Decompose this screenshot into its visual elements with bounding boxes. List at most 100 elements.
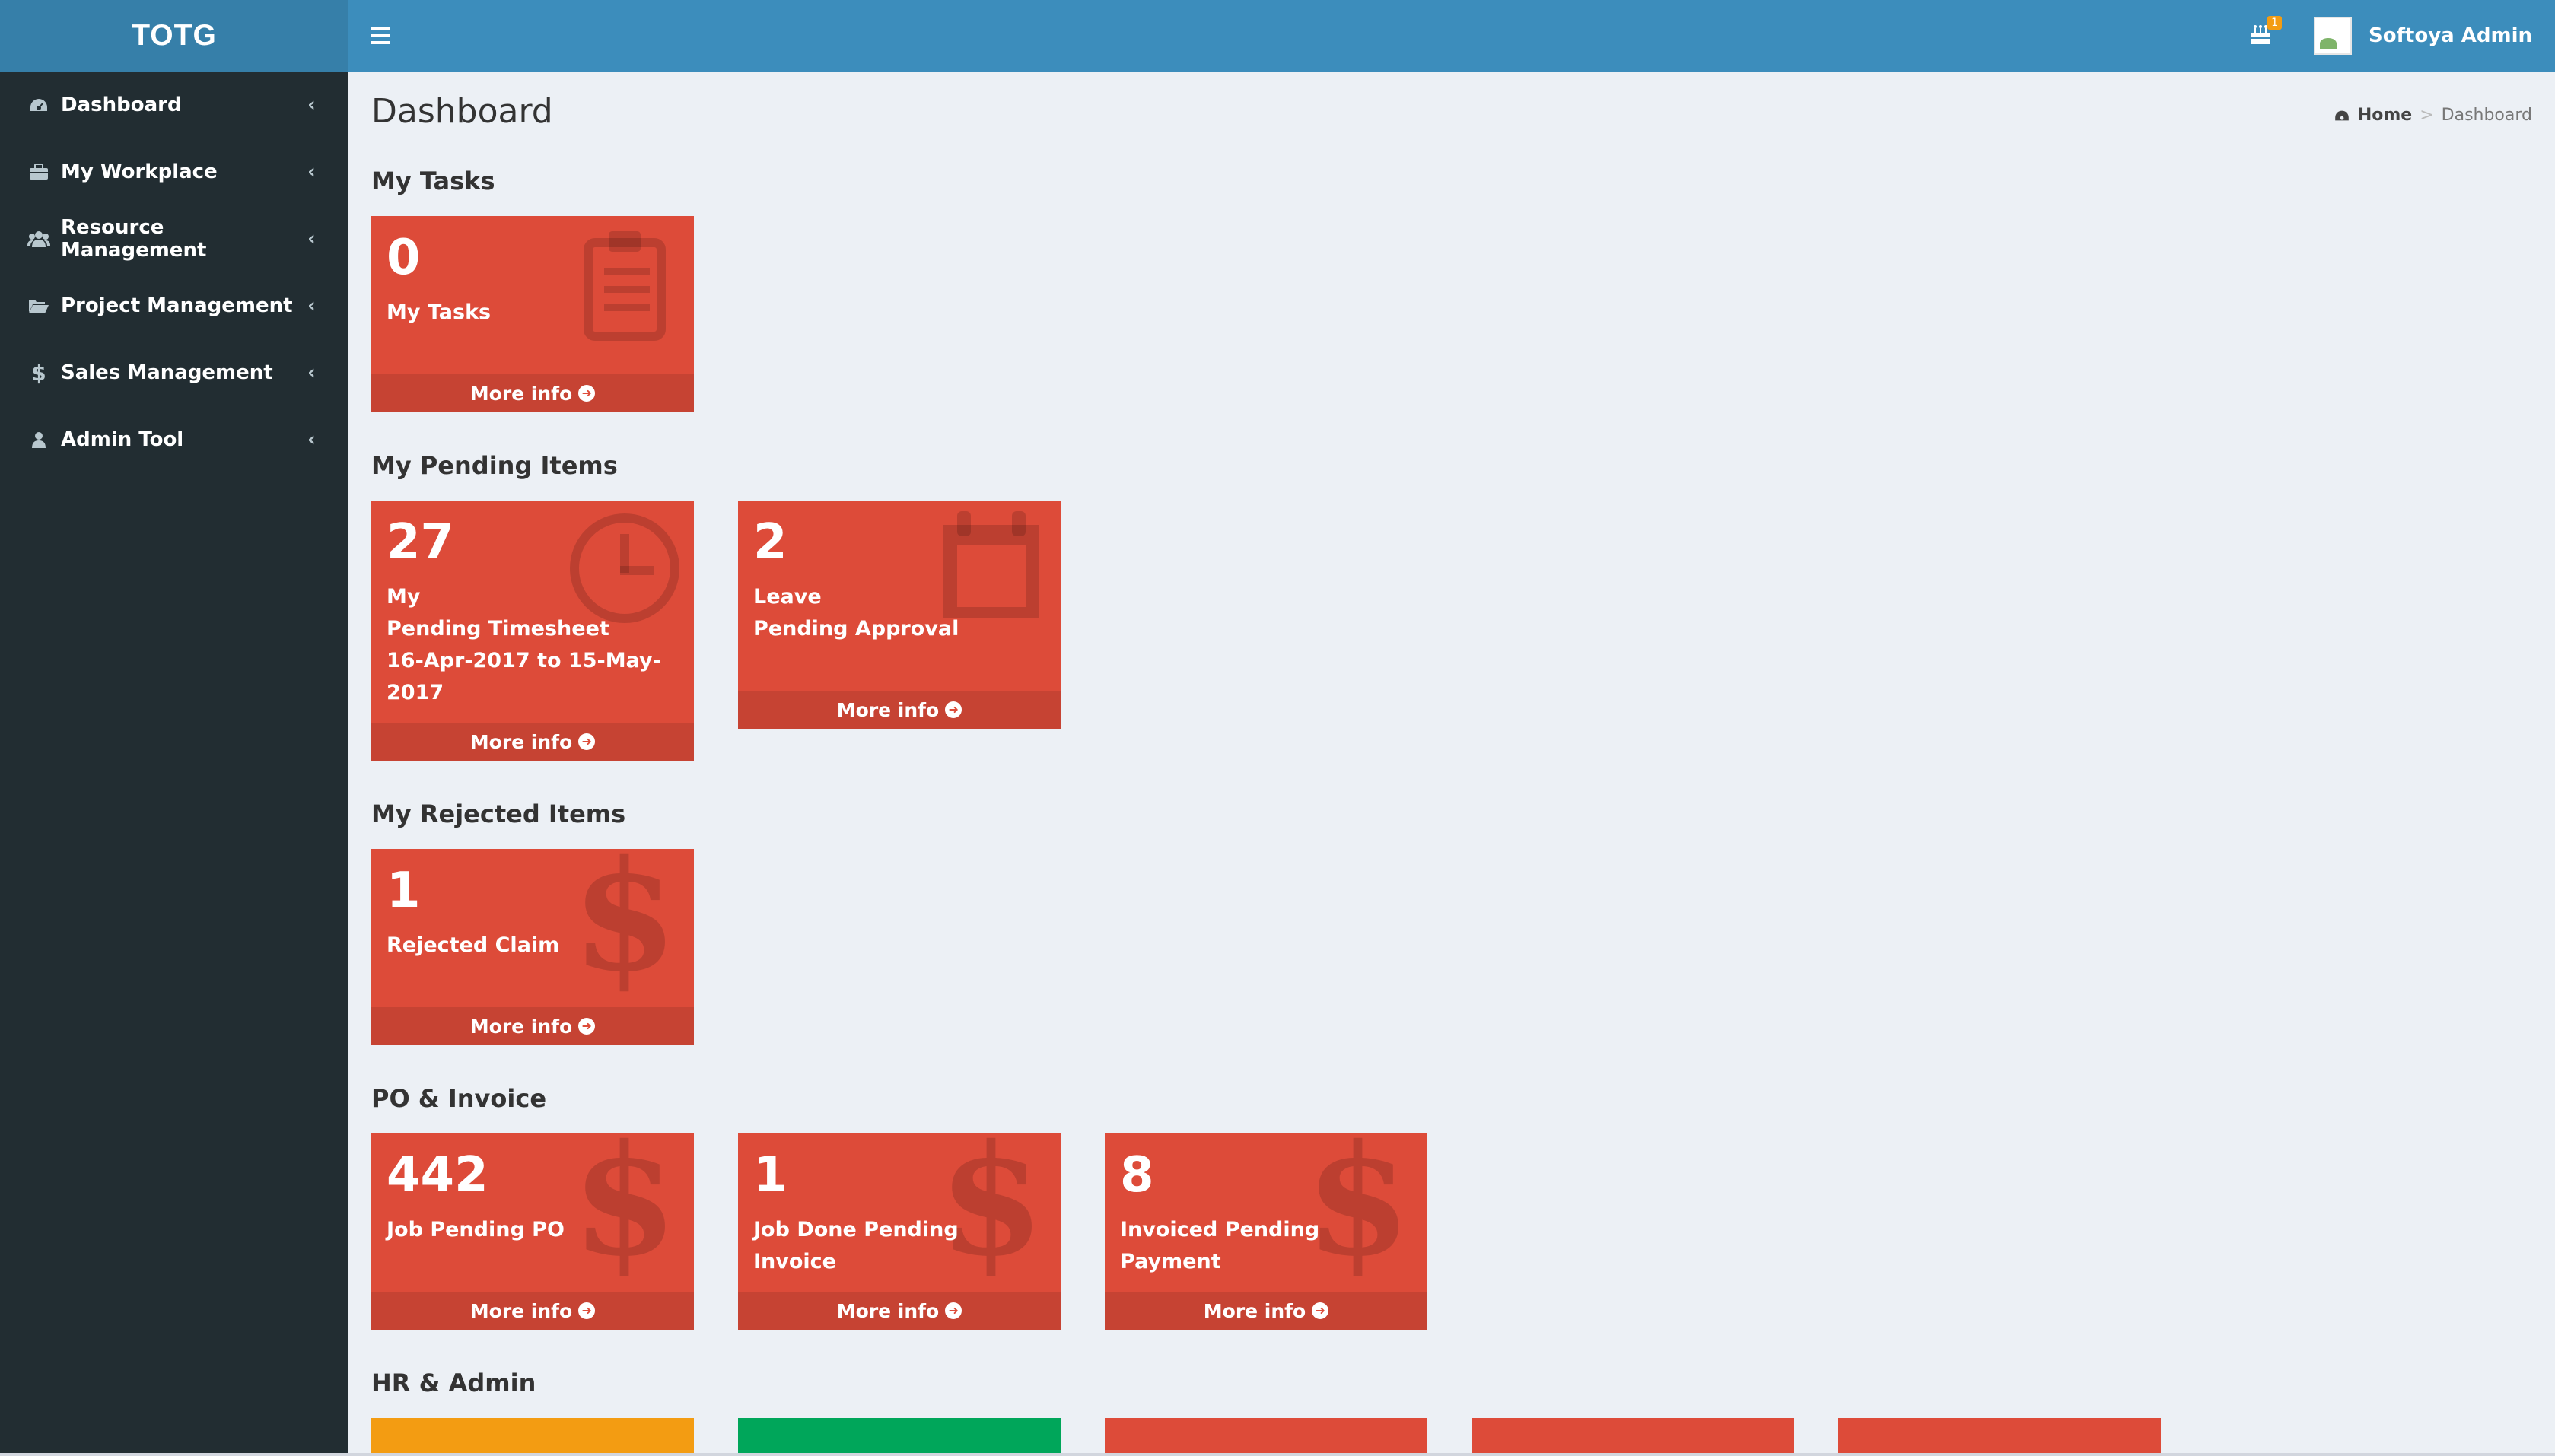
small-box-hr-4[interactable] [1472,1418,1794,1456]
small-box-hr-2[interactable] [738,1418,1061,1456]
box-value: 1 [387,863,421,919]
small-box-pending-timesheet[interactable]: 27 My Pending Timesheet 16-Apr-2017 to 1… [371,501,694,761]
sidebar-item-resource-management[interactable]: Resource Management ‹ [0,205,348,272]
box-label-line: 16-Apr-2017 to 15-May-2017 [387,648,661,704]
box-value: 2 [753,514,788,571]
box-label: My Tasks [387,300,492,324]
more-info-label: More info [469,1299,573,1322]
box-value: 442 [387,1147,488,1203]
top-navbar: 1 Softoya Admin [348,0,2555,72]
more-info-link[interactable]: More info ➜ [371,1292,694,1330]
small-box-my-tasks[interactable]: 0 My Tasks More info ➜ [371,216,694,412]
sidebar-item-label: My Workplace [61,161,218,183]
breadcrumb: Home > Dashboard [2334,106,2532,125]
sidebar-item-label: Admin Tool [61,428,184,451]
sidebar-toggle-button[interactable] [348,0,412,72]
arrow-circle-right-icon: ➜ [578,385,596,402]
breadcrumb-home-link[interactable]: Home [2334,106,2412,125]
section-title-hr-admin: HR & Admin [371,1369,536,1397]
chevron-left-icon: ‹ [307,161,316,183]
folder-open-icon [26,294,52,317]
sidebar-item-sales-management[interactable]: $ Sales Management ‹ [0,339,348,406]
section-title-pending: My Pending Items [371,451,618,480]
my-tasks-row: 0 My Tasks More info ➜ [371,216,694,412]
sidebar-item-label: Dashboard [61,94,182,116]
users-icon [26,227,52,250]
more-info-link[interactable]: More info ➜ [371,374,694,412]
breadcrumb-home-label: Home [2357,106,2413,125]
small-box-job-done-pending-invoice[interactable]: 1 Job Done Pending Invoice $ More info ➜ [738,1133,1061,1330]
box-label: Rejected Claim [387,933,560,957]
content-header: Dashboard Home > Dashboard [371,72,2532,151]
more-info-label: More info [1203,1299,1306,1322]
box-label: My Pending Timesheet 16-Apr-2017 to 15-M… [387,581,679,709]
small-box-leave-pending[interactable]: 2 Leave Pending Approval More info ➜ [738,501,1061,729]
hr-admin-row [371,1418,2161,1456]
section-title-my-tasks: My Tasks [371,167,495,196]
sidebar: TOTG Dashboard ‹ My Workplace ‹ Resource… [0,0,348,1456]
window-bottom-edge [0,1453,2555,1456]
more-info-link[interactable]: More info ➜ [738,1292,1061,1330]
more-info-label: More info [469,1015,573,1038]
box-value: 1 [753,1147,788,1203]
chevron-left-icon: ‹ [307,361,316,384]
breadcrumb-separator: > [2420,106,2434,125]
small-box-hr-3[interactable] [1105,1418,1427,1456]
arrow-circle-right-icon: ➜ [578,1018,596,1035]
small-box-hr-5[interactable] [1838,1418,2161,1456]
dashboard-icon [2335,110,2349,120]
box-value: 0 [387,230,421,286]
dashboard-icon [26,94,52,116]
sidebar-menu: Dashboard ‹ My Workplace ‹ Resource Mana… [0,72,348,473]
sidebar-item-project-management[interactable]: Project Management ‹ [0,272,348,339]
sidebar-item-my-workplace[interactable]: My Workplace ‹ [0,138,348,205]
page-title: Dashboard [371,91,553,131]
box-label-line: Leave [753,584,822,609]
breadcrumb-current: Dashboard [2441,106,2532,125]
user-menu-name[interactable]: Softoya Admin [2369,24,2532,47]
box-label-line: Pending Timesheet [387,616,609,641]
arrow-circle-right-icon: ➜ [578,733,596,750]
user-icon [26,428,52,451]
navbar-right: 1 Softoya Admin [2245,0,2555,72]
small-box-rejected-claim[interactable]: 1 Rejected Claim $ More info ➜ [371,849,694,1045]
po-invoice-row: 442 Job Pending PO $ More info ➜ 1 Job D… [371,1133,1427,1330]
arrow-circle-right-icon: ➜ [1312,1302,1329,1319]
notification-count-badge: 1 [2267,16,2283,30]
small-box-job-pending-po[interactable]: 442 Job Pending PO $ More info ➜ [371,1133,694,1330]
more-info-label: More info [469,730,573,753]
rejected-row: 1 Rejected Claim $ More info ➜ [371,849,694,1045]
box-value: 8 [1120,1147,1154,1203]
more-info-link[interactable]: More info ➜ [738,691,1061,729]
more-info-label: More info [836,698,940,721]
dollar-icon: $ [31,360,46,386]
app-logo[interactable]: TOTG [0,0,348,72]
sidebar-item-admin-tool[interactable]: Admin Tool ‹ [0,406,348,473]
box-label: Job Done Pending Invoice [753,1217,959,1273]
chevron-left-icon: ‹ [307,428,316,451]
sidebar-item-label: Sales Management [61,361,273,384]
notifications-button[interactable]: 1 [2245,16,2283,51]
small-box-hr-1[interactable] [371,1418,694,1456]
main-content: Dashboard Home > Dashboard My Tasks 0 My… [348,72,2555,1456]
more-info-label: More info [469,382,573,405]
arrow-circle-right-icon: ➜ [945,1302,963,1319]
more-info-link[interactable]: More info ➜ [371,723,694,761]
box-label: Leave Pending Approval [753,581,1045,645]
box-label: Job Pending PO [387,1217,565,1241]
box-label-line: Pending Approval [753,616,959,641]
sidebar-item-label: Project Management [61,294,293,317]
box-label-line: My [387,584,421,609]
section-title-po-invoice: PO & Invoice [371,1084,547,1113]
more-info-label: More info [836,1299,940,1322]
sidebar-item-dashboard[interactable]: Dashboard ‹ [0,72,348,138]
small-box-invoiced-pending-payment[interactable]: 8 Invoiced Pending Payment $ More info ➜ [1105,1133,1427,1330]
box-label: Invoiced Pending Payment [1120,1217,1320,1273]
briefcase-icon [26,161,52,183]
chevron-left-icon: ‹ [307,227,316,250]
sidebar-item-label: Resource Management [61,216,207,262]
pending-row: 27 My Pending Timesheet 16-Apr-2017 to 1… [371,501,1061,761]
more-info-link[interactable]: More info ➜ [1105,1292,1427,1330]
user-avatar[interactable] [2314,17,2353,55]
more-info-link[interactable]: More info ➜ [371,1007,694,1045]
